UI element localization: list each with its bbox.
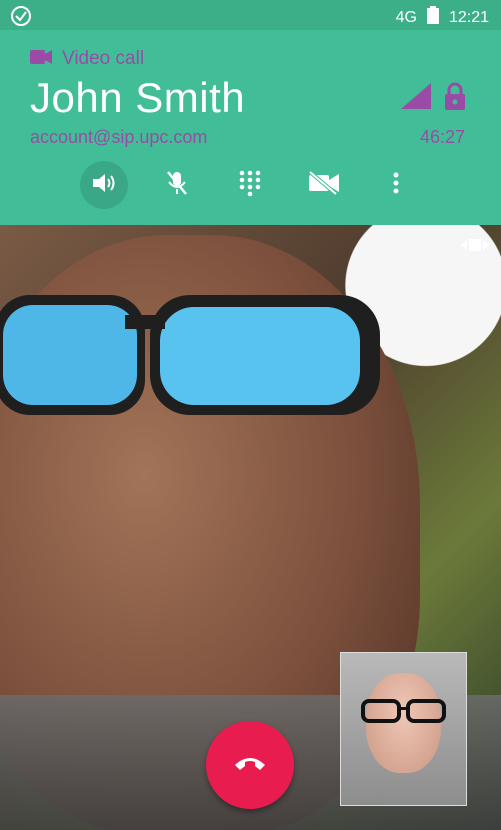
phone-hangup-icon [233, 755, 267, 776]
sync-status-icon [10, 5, 32, 32]
battery-icon [426, 6, 439, 29]
clock: 12:21 [448, 8, 489, 26]
sunglasses-graphic [0, 295, 380, 415]
call-header: Video call John Smith account@sip.upc.co… [0, 30, 501, 225]
dialpad-icon [238, 169, 262, 202]
speaker-button[interactable] [80, 161, 128, 209]
more-options-button[interactable] [372, 161, 420, 209]
signal-quality-icon [401, 83, 431, 114]
hang-up-button[interactable] [206, 721, 294, 809]
remote-video [0, 225, 501, 830]
call-type-label: Video call [62, 48, 145, 69]
mute-button[interactable] [153, 161, 201, 209]
call-type: Video call [30, 48, 144, 70]
dialpad-button[interactable] [226, 161, 274, 209]
self-view-video[interactable] [340, 652, 467, 806]
caller-name: John Smith [30, 74, 246, 121]
caller-account: account@sip.upc.com [30, 127, 208, 147]
call-duration: 46:27 [419, 127, 465, 147]
call-indicators [401, 82, 467, 115]
video-toggle-button[interactable] [300, 161, 348, 209]
call-controls [0, 161, 501, 213]
network-type: 4G [395, 8, 417, 26]
speaker-icon [91, 171, 117, 200]
mic-off-icon [166, 170, 188, 201]
status-right: 4G 12:21 [396, 6, 489, 29]
more-vert-icon [393, 172, 399, 199]
status-bar: 4G 12:21 [0, 0, 501, 30]
video-off-icon [308, 169, 340, 200]
self-view-glasses-graphic [361, 699, 446, 723]
swap-camera-icon[interactable] [461, 237, 489, 258]
lock-icon [443, 82, 467, 115]
video-camera-icon [30, 48, 52, 70]
